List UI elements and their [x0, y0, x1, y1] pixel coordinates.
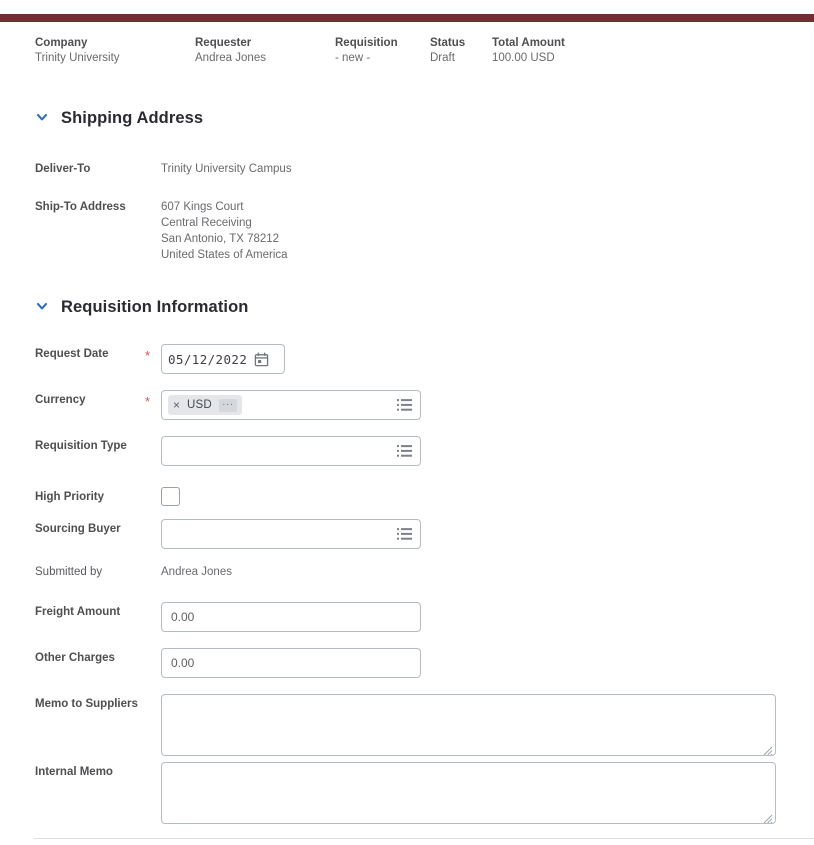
summary-label-requester: Requester — [195, 37, 252, 49]
section-title-shipping-address: Shipping Address — [61, 108, 204, 127]
required-indicator-request-date: * — [145, 348, 151, 363]
summary-item-requester: Requester Andrea Jones — [195, 36, 335, 66]
field-deliver-to: Deliver-To Trinity University Campus — [35, 159, 292, 177]
field-memo-to-suppliers: Memo to Suppliers — [35, 694, 776, 756]
summary-value-status: Draft — [430, 52, 455, 64]
sourcing-buyer-input[interactable] — [161, 519, 421, 549]
other-charges-value: 0.00 — [171, 656, 195, 670]
required-indicator-currency: * — [145, 394, 151, 409]
summary-item-requisition: Requisition - new - — [335, 36, 430, 66]
value-ship-to-address: 607 Kings Court Central Receiving San An… — [161, 201, 288, 261]
summary-label-company: Company — [35, 37, 88, 49]
summary-label-status: Status — [430, 37, 466, 49]
memo-to-suppliers-textarea[interactable] — [161, 694, 776, 756]
section-header-shipping-address[interactable]: Shipping Address — [35, 107, 203, 129]
currency-chip-label: USD — [187, 399, 212, 411]
field-request-date: Request Date * 05/12/2022 — [35, 344, 285, 374]
summary-value-requester: Andrea Jones — [195, 52, 266, 64]
summary-item-company: Company Trinity University — [35, 36, 195, 66]
top-accent-bar — [0, 14, 814, 22]
resize-handle-icon[interactable] — [763, 811, 773, 824]
chevron-down-icon[interactable] — [35, 110, 49, 124]
calendar-icon[interactable] — [254, 351, 269, 367]
resize-handle-icon[interactable] — [763, 743, 773, 756]
field-freight-amount: Freight Amount 0.00 — [35, 602, 421, 632]
currency-chip[interactable]: × USD ··· — [168, 395, 242, 415]
label-deliver-to: Deliver-To — [35, 163, 91, 175]
label-internal-memo: Internal Memo — [35, 766, 113, 778]
field-ship-to-address: Ship-To Address 607 Kings Court Central … — [35, 197, 288, 263]
high-priority-checkbox[interactable] — [161, 487, 180, 506]
bottom-divider — [34, 838, 814, 839]
close-icon[interactable]: × — [173, 399, 180, 411]
summary-item-total-amount: Total Amount 100.00 USD — [492, 36, 642, 66]
section-header-requisition-information[interactable]: Requisition Information — [35, 296, 248, 318]
label-request-date: Request Date — [35, 348, 109, 360]
field-other-charges: Other Charges 0.00 — [35, 648, 421, 678]
list-menu-icon[interactable] — [397, 528, 412, 541]
summary-value-company: Trinity University — [35, 52, 120, 64]
field-high-priority: High Priority — [35, 487, 180, 506]
request-date-input[interactable]: 05/12/2022 — [161, 344, 285, 374]
label-other-charges: Other Charges — [35, 652, 115, 664]
freight-amount-input[interactable]: 0.00 — [161, 602, 421, 632]
field-internal-memo: Internal Memo — [35, 762, 776, 824]
field-requisition-type: Requisition Type — [35, 436, 421, 466]
field-submitted-by: Submitted by Andrea Jones — [35, 562, 232, 580]
field-sourcing-buyer: Sourcing Buyer — [35, 519, 421, 549]
requisition-type-input[interactable] — [161, 436, 421, 466]
summary-label-requisition: Requisition — [335, 37, 398, 49]
summary-item-status: Status Draft — [430, 36, 492, 66]
label-ship-to-address: Ship-To Address — [35, 201, 126, 213]
summary-label-total-amount: Total Amount — [492, 37, 565, 49]
label-freight-amount: Freight Amount — [35, 606, 121, 618]
currency-input[interactable]: × USD ··· — [161, 390, 421, 420]
other-charges-input[interactable]: 0.00 — [161, 648, 421, 678]
list-menu-icon[interactable] — [397, 445, 412, 458]
section-title-requisition-information: Requisition Information — [61, 297, 249, 316]
requisition-summary-strip: Company Trinity University Requester And… — [35, 36, 642, 66]
field-currency: Currency * × USD ··· — [35, 390, 421, 420]
request-date-value: 05/12/2022 — [168, 351, 248, 367]
value-deliver-to: Trinity University Campus — [161, 163, 292, 175]
summary-value-requisition: - new - — [335, 52, 371, 64]
list-menu-icon[interactable] — [397, 399, 412, 412]
value-submitted-by: Andrea Jones — [161, 566, 232, 578]
freight-amount-value: 0.00 — [171, 610, 195, 624]
label-requisition-type: Requisition Type — [35, 440, 127, 452]
chevron-down-icon[interactable] — [35, 299, 49, 313]
label-sourcing-buyer: Sourcing Buyer — [35, 523, 121, 535]
label-currency: Currency — [35, 394, 86, 406]
ellipsis-icon[interactable]: ··· — [218, 398, 237, 412]
internal-memo-textarea[interactable] — [161, 762, 776, 824]
label-memo-to-suppliers: Memo to Suppliers — [35, 698, 138, 710]
summary-value-total-amount: 100.00 USD — [492, 52, 555, 64]
label-submitted-by: Submitted by — [35, 566, 103, 578]
label-high-priority: High Priority — [35, 491, 105, 503]
